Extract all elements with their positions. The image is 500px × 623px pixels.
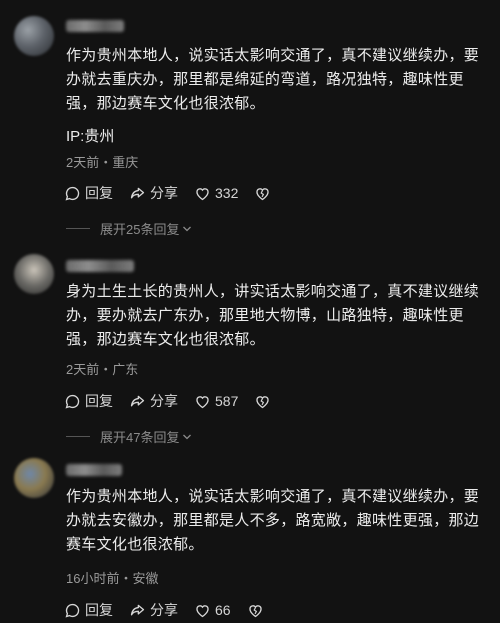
expand-replies-label: 展开47条回复 [100,430,180,445]
expand-replies-label: 展开25条回复 [100,222,180,237]
reply-button[interactable]: 回复 [64,600,113,620]
dislike-button[interactable] [254,393,275,410]
chat-bubble-icon [65,186,80,200]
like-button[interactable]: 66 [194,602,231,619]
avatar[interactable] [14,254,54,294]
share-label: 分享 [150,602,178,618]
reply-label: 回复 [85,185,113,201]
reply-button[interactable]: 回复 [64,183,113,203]
like-button[interactable]: 332 [194,185,238,202]
chevron-down-icon [183,226,192,231]
chat-bubble-icon [65,603,80,617]
reply-button[interactable]: 回复 [64,391,113,411]
like-button[interactable]: 587 [194,393,238,410]
dislike-button[interactable] [254,185,275,202]
comment-item: 作为贵州本地人，说实话太影响交通了，真不建议继续办，要办就去重庆办，那里都是绵延… [0,0,500,240]
share-label: 分享 [150,185,178,201]
broken-heart-icon [248,604,262,617]
comment-item: 作为贵州本地人，说实话太影响交通了，真不建议继续办，要办就去安徽办，那里都是人不… [0,450,500,623]
comment-meta: 16小时前・安徽 [66,571,159,586]
share-button[interactable]: 分享 [129,600,178,620]
like-count: 587 [215,393,239,409]
reply-label: 回复 [85,602,113,618]
comment-actions: 回复 分享 332 [64,183,291,203]
comment-text: 身为土生土长的贵州人，讲实话太影响交通了，真不建议继续办，要办就去广东办，那里地… [66,283,480,348]
heart-icon [196,604,209,617]
share-arrow-icon [130,604,145,615]
comment-actions: 回复 分享 66 [64,600,284,620]
heart-icon [196,395,209,408]
comment-meta: 2天前・重庆 [66,155,139,170]
comment-text: 作为贵州本地人，说实话太影响交通了，真不建议继续办，要办就去安徽办，那里都是人不… [66,488,480,553]
share-arrow-icon [130,187,145,198]
comment-actions: 回复 分享 587 [64,391,291,411]
share-arrow-icon [130,395,145,406]
avatar[interactable] [14,16,54,56]
username-blurred[interactable] [66,20,124,32]
share-button[interactable]: 分享 [129,183,178,203]
chat-bubble-icon [65,394,80,408]
comment-text: 作为贵州本地人，说实话太影响交通了，真不建议继续办，要办就去重庆办，那里都是绵延… [66,47,480,112]
comment-meta: 2天前・广东 [66,362,139,377]
avatar[interactable] [14,458,54,498]
divider-line [66,228,90,229]
dislike-button[interactable] [247,602,268,619]
broken-heart-icon [256,187,270,200]
broken-heart-icon [256,395,270,408]
heart-icon [196,187,209,200]
share-label: 分享 [150,393,178,409]
ip-location: IP:贵州 [66,128,115,145]
expand-replies[interactable]: 展开47条回复 [66,427,192,446]
chevron-down-icon [183,434,192,439]
reply-label: 回复 [85,393,113,409]
divider-line [66,436,90,437]
expand-replies[interactable]: 展开25条回复 [66,219,192,238]
share-button[interactable]: 分享 [129,391,178,411]
like-count: 332 [215,185,239,201]
comment-item: 身为土生土长的贵州人，讲实话太影响交通了，真不建议继续办，要办就去广东办，那里地… [0,240,500,450]
username-blurred[interactable] [66,260,134,272]
like-count: 66 [215,602,231,618]
username-blurred[interactable] [66,464,122,476]
